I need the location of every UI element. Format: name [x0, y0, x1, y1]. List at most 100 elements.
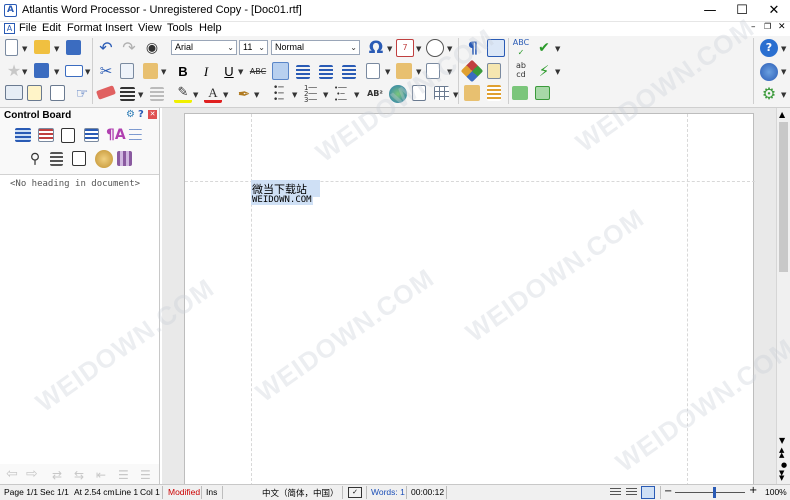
headings-list-icon[interactable] — [38, 128, 54, 142]
date-icon[interactable]: 7 — [396, 39, 414, 57]
find-binoculars-icon[interactable]: ◉ — [143, 39, 161, 57]
options-gears-icon[interactable]: ⚙ — [760, 85, 778, 103]
symbol-icon[interactable]: Ω — [367, 39, 385, 57]
clipboard-icon[interactable] — [117, 151, 132, 166]
zoom-in-icon[interactable]: + — [749, 485, 757, 496]
forward-arrow-icon[interactable]: ⇨ — [26, 466, 38, 482]
undo-icon[interactable]: ↶ — [97, 39, 115, 57]
bookmark-page-icon[interactable] — [412, 85, 426, 101]
hand-icon[interactable]: ☞ — [73, 85, 91, 103]
abc-replace-icon[interactable]: ab cd — [512, 61, 530, 79]
menu-edit[interactable]: Edit — [42, 22, 61, 34]
page-layout-icon[interactable] — [487, 63, 501, 79]
font-size-select[interactable]: 11 ⌄ — [239, 40, 268, 55]
copy-icon[interactable] — [120, 63, 134, 79]
autocorrect-icon[interactable]: ✔ — [535, 39, 553, 57]
menu-format[interactable]: Format — [67, 22, 102, 34]
indent-list-icon[interactable]: ☰ — [118, 468, 129, 482]
save-icon[interactable] — [66, 40, 81, 55]
move-down-icon[interactable]: ⇆ — [74, 468, 84, 482]
internet-globe-icon[interactable] — [760, 63, 778, 81]
promote-icon[interactable]: ⇤ — [96, 468, 106, 482]
menu-file[interactable]: File — [19, 22, 37, 34]
indent-icon[interactable] — [150, 87, 164, 101]
multilevel-list-icon[interactable]: •── •─ •── — [334, 85, 352, 104]
zoom-level[interactable]: 100% — [765, 487, 787, 497]
status-language[interactable]: 中文（简体，中国） — [262, 487, 339, 499]
minimize-button[interactable]: — — [694, 0, 726, 22]
table-icon[interactable] — [434, 86, 449, 100]
paste-icon[interactable] — [143, 63, 158, 79]
zoom-slider-thumb[interactable] — [713, 487, 716, 498]
eraser-icon[interactable] — [96, 85, 116, 100]
chevron-down-icon[interactable]: ▼ — [223, 92, 228, 99]
doc-icon[interactable]: A — [4, 23, 15, 34]
abc-superscript-icon[interactable]: AB² — [366, 85, 384, 103]
chevron-down-icon[interactable]: ▼ — [292, 92, 297, 99]
lines-icon[interactable] — [50, 152, 63, 166]
palette-icon[interactable] — [95, 150, 113, 168]
text-line[interactable]: WEIDOWN.COM — [251, 194, 313, 205]
move-up-icon[interactable]: ⇄ — [52, 468, 62, 482]
italic-icon[interactable]: I — [197, 63, 215, 81]
chevron-down-icon[interactable]: ▼ — [54, 69, 59, 76]
paragraph-lines-icon[interactable] — [120, 87, 135, 101]
highlight-icon[interactable]: ✎ — [174, 85, 192, 103]
document-page[interactable]: 微当下载站 WEIDOWN.COM — [184, 113, 755, 486]
chevron-down-icon[interactable]: ▼ — [416, 69, 421, 76]
format-painter-icon[interactable]: ✒ — [235, 85, 253, 103]
text-box-icon[interactable] — [512, 86, 528, 100]
chevron-down-icon[interactable]: ▼ — [238, 69, 243, 76]
chevron-down-icon[interactable]: ▼ — [161, 69, 166, 76]
zoom-slider-track[interactable] — [675, 487, 745, 498]
mdi-minimize-button[interactable]: – — [751, 22, 756, 32]
help-icon[interactable]: ? — [138, 109, 144, 120]
list-icon[interactable]: ─── ─── ─── — [129, 127, 147, 146]
page-layout-view-icon[interactable] — [641, 486, 655, 499]
new-document-icon[interactable] — [5, 39, 18, 56]
font-color-icon[interactable]: A — [204, 85, 222, 103]
chevron-down-icon[interactable]: ▼ — [138, 92, 143, 99]
back-arrow-icon[interactable]: ⇦ — [6, 466, 18, 482]
scroll-down-arrow-icon[interactable]: ▼ — [779, 436, 785, 445]
columns-icon[interactable] — [487, 85, 501, 101]
menu-help[interactable]: Help — [199, 22, 222, 34]
chevron-down-icon[interactable]: ▼ — [781, 92, 786, 99]
chevron-down-icon[interactable]: ▼ — [555, 69, 560, 76]
align-center-icon[interactable] — [296, 65, 310, 79]
chevron-down-icon[interactable]: ▼ — [254, 92, 259, 99]
zoom-page-icon[interactable] — [50, 85, 65, 101]
clock-icon[interactable] — [426, 39, 444, 57]
header-footer-icon[interactable] — [464, 85, 480, 101]
bullets-icon[interactable]: •─ •─ •─ — [273, 84, 291, 105]
page-break-icon[interactable] — [426, 63, 440, 79]
chevron-down-icon[interactable]: ▼ — [555, 46, 560, 53]
fullscreen-icon[interactable] — [487, 39, 505, 57]
chevron-down-icon[interactable]: ▼ — [387, 46, 392, 53]
redo-icon[interactable]: ↷ — [120, 39, 138, 57]
chevron-down-icon[interactable]: ▼ — [385, 69, 390, 76]
document-map-icon[interactable] — [15, 128, 31, 142]
chevron-down-icon[interactable]: ▼ — [193, 92, 198, 99]
status-insert-mode[interactable]: Ins — [206, 487, 217, 497]
book-icon[interactable] — [72, 151, 86, 166]
zoom-out-icon[interactable]: − — [664, 486, 672, 497]
chevron-down-icon[interactable]: ▼ — [323, 92, 328, 99]
close-button[interactable]: ✕ — [758, 0, 790, 22]
scrollbar-thumb[interactable] — [779, 122, 788, 272]
chevron-down-icon[interactable]: ▼ — [22, 46, 27, 53]
styles-list-icon[interactable] — [84, 128, 99, 142]
close-icon[interactable]: ✕ — [148, 110, 157, 119]
open-folder-icon[interactable] — [34, 40, 50, 54]
justify-icon[interactable] — [342, 65, 356, 79]
status-word-count[interactable]: Words: 1 — [371, 487, 405, 497]
find-magnifier-icon[interactable]: ⚲ — [26, 150, 44, 168]
numbering-icon[interactable]: 1── 2── 3── — [304, 85, 322, 104]
style-select[interactable]: Normal ⌄ — [271, 40, 360, 55]
chevron-down-icon[interactable]: ▼ — [354, 92, 359, 99]
menu-view[interactable]: View — [138, 22, 162, 34]
browse-object-icon[interactable]: ● — [781, 461, 787, 469]
spellcheck-icon[interactable]: ABC ✓ — [512, 38, 530, 57]
color-scheme-icon[interactable] — [460, 59, 484, 83]
insert-picture-icon[interactable] — [396, 63, 412, 79]
